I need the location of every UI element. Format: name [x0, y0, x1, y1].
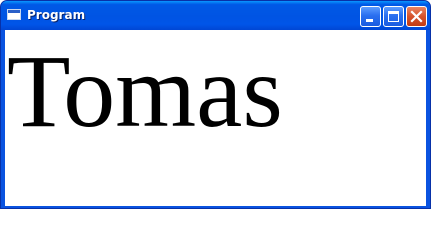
app-window: Program Tomas [0, 0, 431, 209]
minimize-icon [366, 19, 373, 22]
minimize-button[interactable] [360, 6, 381, 27]
window-title: Program [27, 8, 86, 22]
display-text: Tomas [7, 34, 283, 149]
client-area: Tomas [5, 30, 426, 206]
close-button[interactable] [406, 6, 427, 27]
title-bar[interactable]: Program [1, 1, 430, 30]
maximize-icon [388, 11, 399, 22]
maximize-button[interactable] [383, 6, 404, 27]
close-icon [410, 10, 423, 23]
window-icon[interactable] [7, 9, 21, 20]
